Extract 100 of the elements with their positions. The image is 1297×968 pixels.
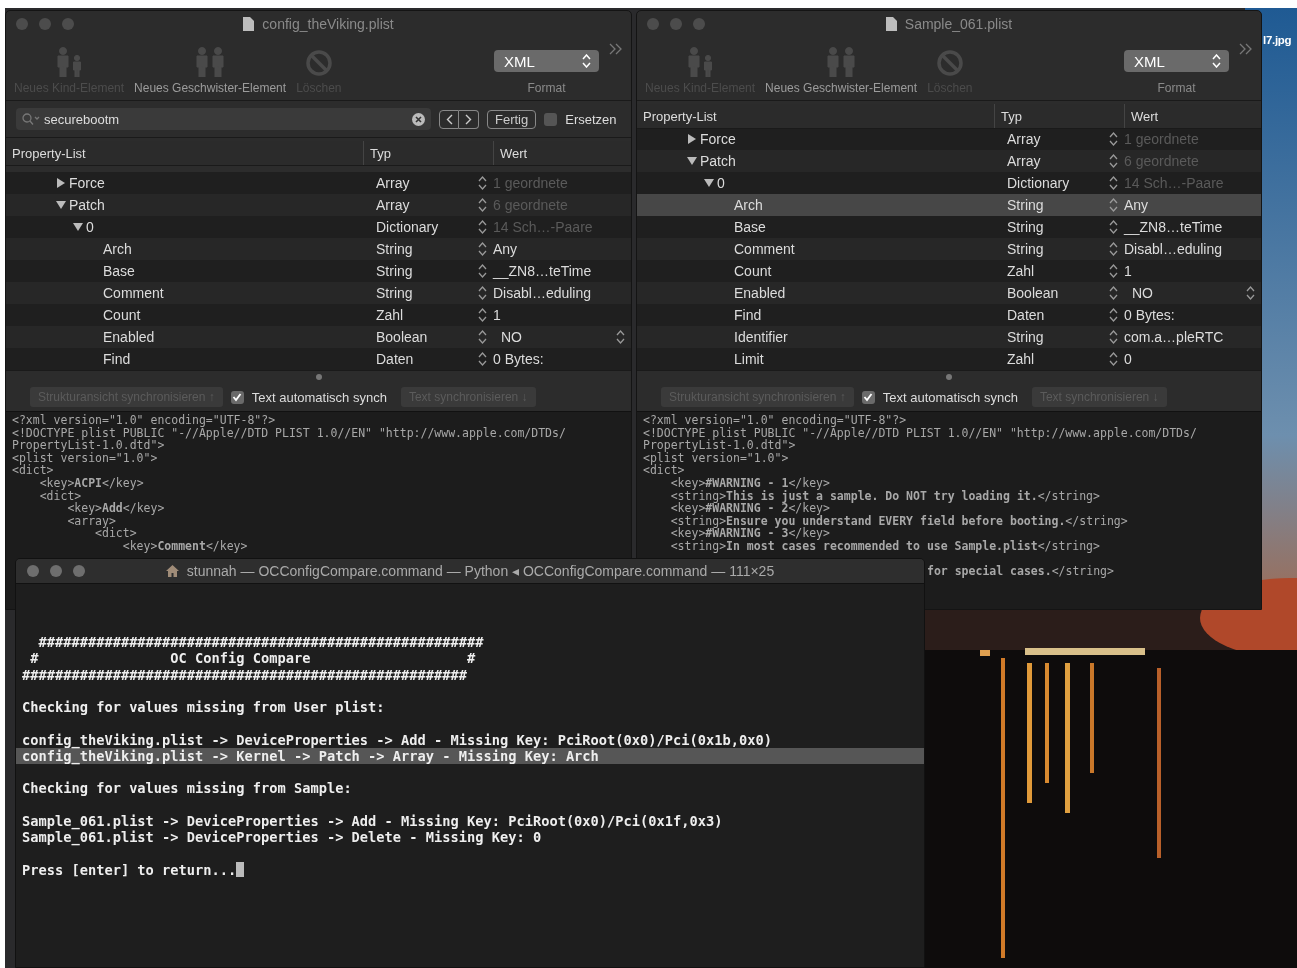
previous-button[interactable]: [439, 109, 459, 129]
desktop-file-label[interactable]: l7.jpg: [1263, 34, 1292, 46]
stepper-icon: [1212, 54, 1221, 68]
table-cell: Arch: [734, 197, 763, 213]
table-cell: String: [1007, 241, 1044, 257]
table-cell: 14 Sch…-Paare: [1124, 175, 1224, 191]
code-line: <dict>: [38, 489, 82, 503]
column-header[interactable]: Wert: [493, 141, 631, 165]
terminal-line: Press [enter] to return...: [22, 861, 237, 878]
format-popup[interactable]: XML: [494, 50, 599, 72]
checkbox[interactable]: [230, 390, 244, 404]
code-line: <key>#WARNING - 3</key>: [669, 527, 830, 540]
table-cell: Daten: [1007, 307, 1045, 323]
table-cell: Count: [734, 263, 772, 279]
column-header[interactable]: Property-List: [6, 141, 363, 165]
table-cell: 0 Bytes:: [493, 351, 544, 367]
split-view-handle[interactable]: [315, 374, 322, 380]
zoom-button[interactable]: [73, 565, 85, 577]
table-cell: Boolean: [376, 329, 428, 345]
split-view-handle[interactable]: [946, 374, 952, 380]
code-line: <array>: [66, 514, 116, 528]
table-cell-text: NO: [1131, 285, 1154, 301]
table-cell: Dictionary: [1007, 175, 1070, 191]
table-cell: 0: [86, 219, 94, 235]
table-cell: 0: [1124, 351, 1132, 367]
table-cell: Daten: [376, 351, 414, 367]
code-line: <dict>: [643, 464, 685, 477]
toolbar-button[interactable]: Neues Geschwister-Element: [134, 47, 287, 95]
table-cell: 14 Sch…-Paare: [493, 219, 593, 235]
table-cell: Disabl…eduling: [1124, 241, 1223, 257]
terminal-line: # OC Config Compare #: [29, 650, 477, 667]
window-title: stunnah — OCConfigCompare.command — Python ◂ OCConfigCompare.command — 111×25: [186, 563, 775, 579]
code-line: <!DOCTYPE plist PUBLIC "-//Apple//DTD PLIST 1.0//EN" "http://www.apple.com/DTDs/: [12, 426, 567, 440]
minimize-button[interactable]: [50, 565, 62, 577]
table-cell: Find: [734, 307, 762, 323]
table-cell: 1 geordnete: [493, 175, 568, 191]
document-icon: [885, 17, 897, 31]
table-cell: 0 Bytes:: [1124, 307, 1175, 323]
column-header[interactable]: Typ: [994, 104, 1124, 128]
table-cell: Enabled: [103, 329, 155, 345]
code-line: for special cases.</string>: [927, 565, 1114, 578]
code-line: <string>This is just a sample. Do NOT try loading it.</string>: [669, 489, 1101, 503]
checkbox-label[interactable]: Text automatisch synch: [882, 389, 1018, 405]
checkbox[interactable]: [861, 390, 875, 404]
table-cell-text: NO: [500, 329, 523, 345]
table-cell: __ZN8…teTime: [1124, 219, 1223, 235]
table-cell: 1 geordnete: [1124, 131, 1199, 147]
table-cell: Zahl: [1007, 263, 1035, 279]
table-cell: Boolean: [1007, 285, 1059, 301]
table-cell: 1: [1124, 263, 1132, 279]
table-cell: com.a…pleRTC: [1124, 329, 1224, 345]
terminal-line: ######################################################: [21, 666, 468, 683]
code-line: <plist version="1.0">: [12, 451, 158, 465]
column-header[interactable]: Property-List: [637, 104, 994, 128]
done-button[interactable]: Fertig: [487, 109, 537, 129]
format-popup[interactable]: XML: [1124, 50, 1229, 72]
toolbar-button[interactable]: Neues Geschwister-Element: [765, 47, 918, 95]
table-cell: Dictionary: [376, 219, 439, 235]
column-header[interactable]: Typ: [363, 141, 493, 165]
terminal-line: Checking for values missing from Sample:: [21, 780, 353, 797]
chevron-right-icon: [465, 113, 472, 125]
table-cell: Find: [103, 351, 131, 367]
search-field[interactable]: securebootm: [16, 108, 431, 130]
code-line: PropertyList-1.0.dtd">: [12, 439, 166, 452]
table-cell: __ZN8…teTime: [493, 263, 592, 279]
column-header[interactable]: Wert: [1124, 104, 1261, 128]
code-line: <plist version="1.0">: [643, 451, 789, 465]
checkbox-label[interactable]: Text automatisch synch: [251, 389, 387, 405]
terminal-line: config_theViking.plist -> DeviceProperties -> Add - Missing Key: PciRoot(0x0)/Pci(0x1b,0x0): [21, 731, 773, 748]
checkbox[interactable]: [544, 112, 558, 126]
code-line: <dict>: [12, 464, 54, 477]
table-cell: Comment: [103, 285, 164, 301]
checkbox-label[interactable]: Ersetzen: [565, 111, 617, 127]
table-cell: String: [1007, 329, 1044, 345]
next-button[interactable]: [459, 109, 479, 129]
chevron-left-icon: [445, 113, 453, 125]
table-cell: Array: [1007, 131, 1041, 147]
table-cell: Disabl…eduling: [493, 285, 592, 301]
code-line: <key>#WARNING - 1</key>: [669, 476, 831, 490]
code-line: <!DOCTYPE plist PUBLIC "-//Apple//DTD PLIST 1.0//EN" "http://www.apple.com/DTDs/: [643, 426, 1198, 440]
table-cell: Force: [700, 131, 736, 147]
table-cell: Patch: [700, 153, 736, 169]
terminal-line: ######################################################: [37, 634, 485, 651]
prohibited-icon: [935, 49, 964, 77]
table-cell: Limit: [734, 351, 764, 367]
home-icon: [165, 565, 179, 577]
stepper-icon: [582, 54, 591, 68]
close-button[interactable]: [27, 565, 39, 577]
table-cell: Any: [493, 241, 518, 257]
code-line: <string>Ensure you understand EVERY field before booting.</string>: [669, 514, 1129, 528]
code-line: <string>In most cases recommended to use Sample.plist</string>: [669, 539, 1101, 553]
clear-icon[interactable]: [412, 112, 425, 126]
table-cell: Enabled: [734, 285, 786, 301]
overflow-chevron-icon[interactable]: [1239, 43, 1253, 55]
window-title: config_theViking.plist: [262, 16, 394, 32]
terminal-line: Sample_061.plist -> DeviceProperties -> Add - Missing Key: PciRoot(0x0)/Pci(0x1f,0x3): [21, 812, 724, 829]
table-cell: Count: [103, 307, 141, 323]
code-line: <key>Comment</key>: [121, 539, 249, 553]
code-line: <?xml version="1.0" encoding="UTF-8"?>: [643, 414, 908, 427]
overflow-chevron-icon[interactable]: [609, 43, 623, 55]
